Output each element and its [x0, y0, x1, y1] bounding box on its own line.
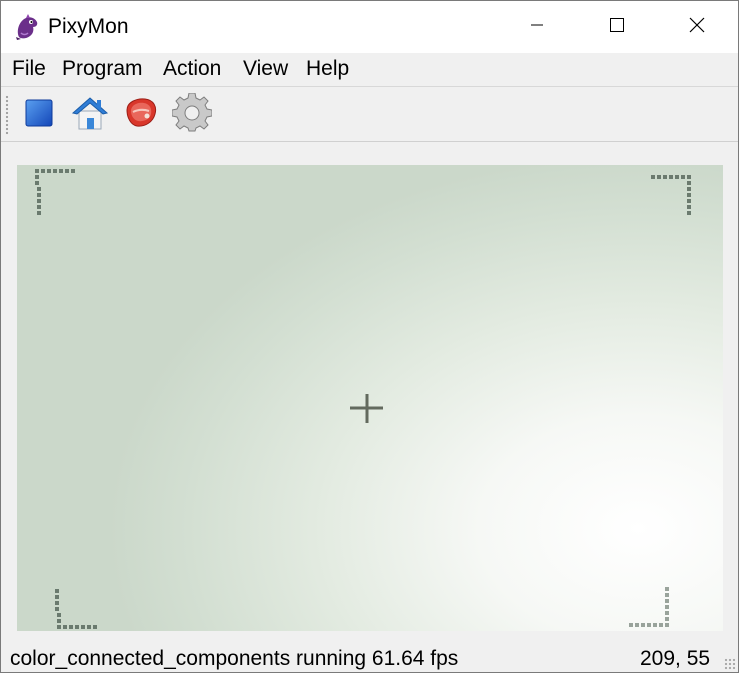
pixymon-logo-icon [13, 13, 41, 41]
menu-bar: File Program Action View Help [1, 53, 738, 87]
crosshair-icon [350, 394, 383, 423]
home-button[interactable] [69, 94, 111, 136]
stop-button[interactable] [18, 94, 60, 136]
video-frame[interactable] [17, 165, 723, 631]
settings-button[interactable] [171, 92, 213, 138]
toolbar [1, 87, 738, 142]
maximize-icon [609, 17, 625, 38]
corner-marker-bottom-left [55, 589, 97, 629]
cursor-coordinates: 209, 55 [640, 647, 711, 670]
minimize-button[interactable] [514, 1, 560, 53]
raw-video-icon [123, 96, 159, 135]
corner-marker-top-right [651, 175, 691, 215]
raw-video-button[interactable] [120, 94, 162, 136]
maximize-button[interactable] [594, 1, 640, 53]
menu-program[interactable]: Program [62, 57, 143, 81]
window-title: PixyMon [48, 15, 129, 38]
menu-file[interactable]: File [12, 57, 46, 81]
video-overlay [35, 169, 691, 629]
close-icon [688, 16, 706, 39]
corner-marker-bottom-right [629, 587, 669, 627]
corner-marker-top-left [35, 169, 75, 215]
close-button[interactable] [674, 1, 720, 53]
gear-icon [171, 92, 213, 138]
menu-action[interactable]: Action [163, 57, 221, 81]
size-grip[interactable] [724, 658, 736, 670]
stop-icon [25, 99, 53, 132]
minimize-icon [529, 17, 545, 38]
menu-view[interactable]: View [243, 57, 288, 81]
status-bar: color_connected_components running 61.64… [1, 643, 738, 672]
title-bar[interactable]: PixyMon [1, 1, 738, 53]
pixymon-window: PixyMon File Program Action View Help co… [0, 0, 739, 673]
home-icon [71, 95, 109, 136]
status-message: color_connected_components running 61.64… [10, 647, 459, 670]
toolbar-grip[interactable] [5, 95, 9, 135]
menu-help[interactable]: Help [306, 57, 349, 81]
